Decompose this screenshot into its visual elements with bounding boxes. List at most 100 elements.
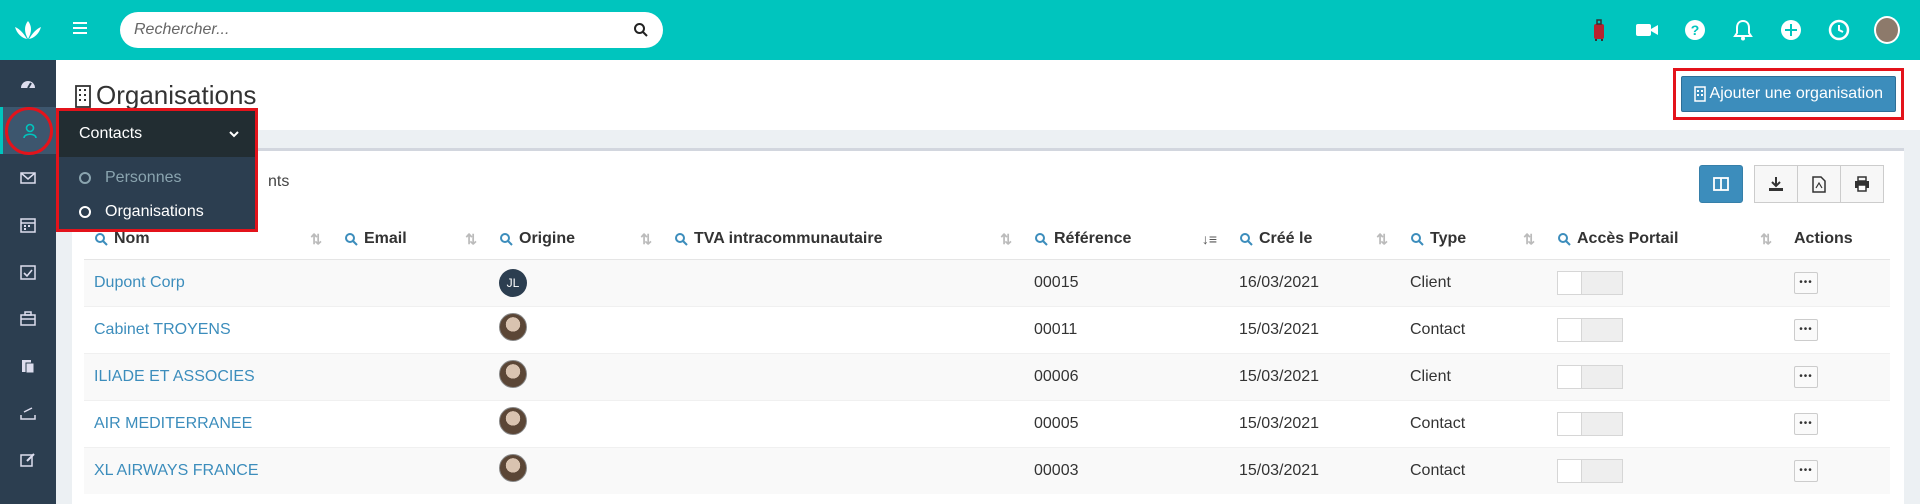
cell-email [334, 305, 489, 353]
add-button[interactable] [1778, 17, 1804, 43]
history-button[interactable] [1826, 17, 1852, 43]
contacts-submenu-header[interactable]: Contacts [59, 111, 255, 157]
export-button[interactable] [1754, 165, 1798, 203]
row-actions-button[interactable]: ••• [1794, 365, 1818, 388]
search-icon[interactable] [674, 232, 688, 246]
bell-icon [1733, 19, 1753, 41]
row-actions-button[interactable]: ••• [1794, 271, 1818, 294]
portal-access-toggle[interactable] [1557, 411, 1623, 436]
top-bar: ? [56, 0, 1920, 60]
add-organisation-button[interactable]: Ajouter une organisation [1680, 76, 1896, 112]
organisations-card: nts Nom ⇅ Email ⇅ Origine ⇅ TVA intracommun… [72, 148, 1904, 504]
print-button[interactable] [1840, 165, 1884, 203]
organisation-link[interactable]: ILIADE ET ASSOCIES [94, 368, 255, 385]
table-row[interactable]: ILIADE ET ASSOCIES 00006 15/03/2021 Client •… [84, 352, 1890, 400]
sort-icon[interactable]: ⇅ [1760, 231, 1772, 248]
sidebar-item-documents[interactable] [0, 342, 56, 389]
column-header-tva[interactable]: TVA intracommunautaire ⇅ [664, 219, 1024, 260]
table-row[interactable]: AIR MEDITERRANEE 00005 15/03/2021 Contact ••… [84, 399, 1890, 447]
columns-button[interactable] [1699, 165, 1743, 203]
column-header-email[interactable]: Email ⇅ [334, 219, 489, 260]
sort-icon[interactable]: ⇅ [1523, 231, 1535, 248]
sidebar-item-mail[interactable] [0, 154, 56, 201]
print-icon [1855, 176, 1869, 192]
cell-cree-le: 16/03/2021 [1229, 258, 1400, 306]
sidebar-item-projects[interactable] [0, 295, 56, 342]
help-button[interactable]: ? [1682, 17, 1708, 43]
toggle-knob [1558, 459, 1582, 482]
row-actions-button[interactable]: ••• [1794, 412, 1818, 435]
user-menu-button[interactable] [1874, 16, 1900, 44]
cell-reference: 00005 [1024, 399, 1229, 447]
app-logo[interactable] [0, 0, 56, 60]
hamburger-menu-icon[interactable] [72, 20, 88, 36]
cell-origine: JL [489, 258, 664, 306]
origin-avatar [499, 313, 527, 341]
row-actions-button[interactable]: ••• [1794, 459, 1818, 482]
portal-access-toggle[interactable] [1557, 270, 1623, 295]
sort-icon[interactable]: ⇅ [310, 231, 322, 248]
organisation-link[interactable]: Dupont Corp [94, 274, 185, 291]
luggage-button[interactable] [1586, 17, 1612, 43]
notifications-button[interactable] [1730, 17, 1756, 43]
organisation-link[interactable]: XL AIRWAYS FRANCE [94, 462, 258, 479]
column-header-origine[interactable]: Origine ⇅ [489, 219, 664, 260]
cell-type: Contact [1400, 399, 1547, 447]
search-icon[interactable] [94, 232, 108, 246]
submenu-item-organisations[interactable]: Organisations [59, 195, 255, 229]
help-icon: ? [1685, 20, 1705, 40]
search-icon[interactable] [499, 232, 513, 246]
table-row[interactable]: Dupont Corp JL 00015 16/03/2021 Client ••• [84, 258, 1890, 306]
cell-cree-le: 15/03/2021 [1229, 305, 1400, 353]
search-icon[interactable] [1034, 232, 1048, 246]
mail-icon [20, 171, 36, 184]
sidebar-item-dashboard[interactable] [0, 60, 56, 107]
column-header-acces-portail[interactable]: Accès Portail ⇅ [1547, 219, 1784, 260]
submenu-item-personnes[interactable]: Personnes [59, 161, 255, 195]
cell-email [334, 446, 489, 494]
tray-icon [20, 406, 36, 420]
table-toolbar [1699, 165, 1884, 203]
clock-icon [1828, 19, 1850, 41]
sort-icon[interactable]: ⇅ [1376, 231, 1388, 248]
table-row[interactable]: XL AIRWAYS FRANCE 00003 15/03/2021 Contact •… [84, 446, 1890, 494]
sort-icon[interactable]: ⇅ [1000, 231, 1012, 248]
pdf-button[interactable] [1797, 165, 1841, 203]
video-button[interactable] [1634, 17, 1660, 43]
cell-email [334, 352, 489, 400]
sidebar-item-calendar[interactable] [0, 201, 56, 248]
sort-icon[interactable]: ⇅ [640, 231, 652, 248]
luggage-icon [1594, 19, 1604, 41]
sort-desc-icon[interactable]: ↓≡ [1202, 231, 1217, 247]
column-header-reference[interactable]: Référence ↓≡ [1024, 219, 1229, 260]
cell-nom: XL AIRWAYS FRANCE [84, 446, 334, 494]
search-icon[interactable] [1239, 232, 1253, 246]
sidebar-item-inbox[interactable] [0, 389, 56, 436]
search-icon[interactable] [1410, 232, 1424, 246]
cell-reference: 00003 [1024, 446, 1229, 494]
pdf-icon [1812, 175, 1826, 193]
sidebar-item-tasks[interactable] [0, 248, 56, 295]
documents-icon [22, 359, 35, 373]
organisation-link[interactable]: Cabinet TROYENS [94, 321, 231, 338]
search-icon[interactable] [344, 232, 358, 246]
search-icon[interactable] [1557, 232, 1571, 246]
portal-access-toggle[interactable] [1557, 364, 1623, 389]
search-box [120, 12, 663, 48]
column-header-cree-le[interactable]: Créé le ⇅ [1229, 219, 1400, 260]
cell-origine [489, 305, 664, 353]
toggle-knob [1558, 318, 1582, 341]
column-header-type[interactable]: Type ⇅ [1400, 219, 1547, 260]
portal-access-toggle[interactable] [1557, 317, 1623, 342]
sort-icon[interactable]: ⇅ [465, 231, 477, 248]
cell-actions: ••• [1784, 352, 1890, 400]
search-icon[interactable] [633, 22, 649, 38]
sidebar-item-notes[interactable] [0, 436, 56, 483]
portal-access-toggle[interactable] [1557, 458, 1623, 483]
table-row[interactable]: Cabinet TROYENS 00011 15/03/2021 Contact ••• [84, 305, 1890, 353]
search-input[interactable] [134, 21, 633, 39]
row-actions-button[interactable]: ••• [1794, 318, 1818, 341]
circle-icon [79, 206, 91, 218]
cell-actions: ••• [1784, 446, 1890, 494]
organisation-link[interactable]: AIR MEDITERRANEE [94, 415, 252, 432]
